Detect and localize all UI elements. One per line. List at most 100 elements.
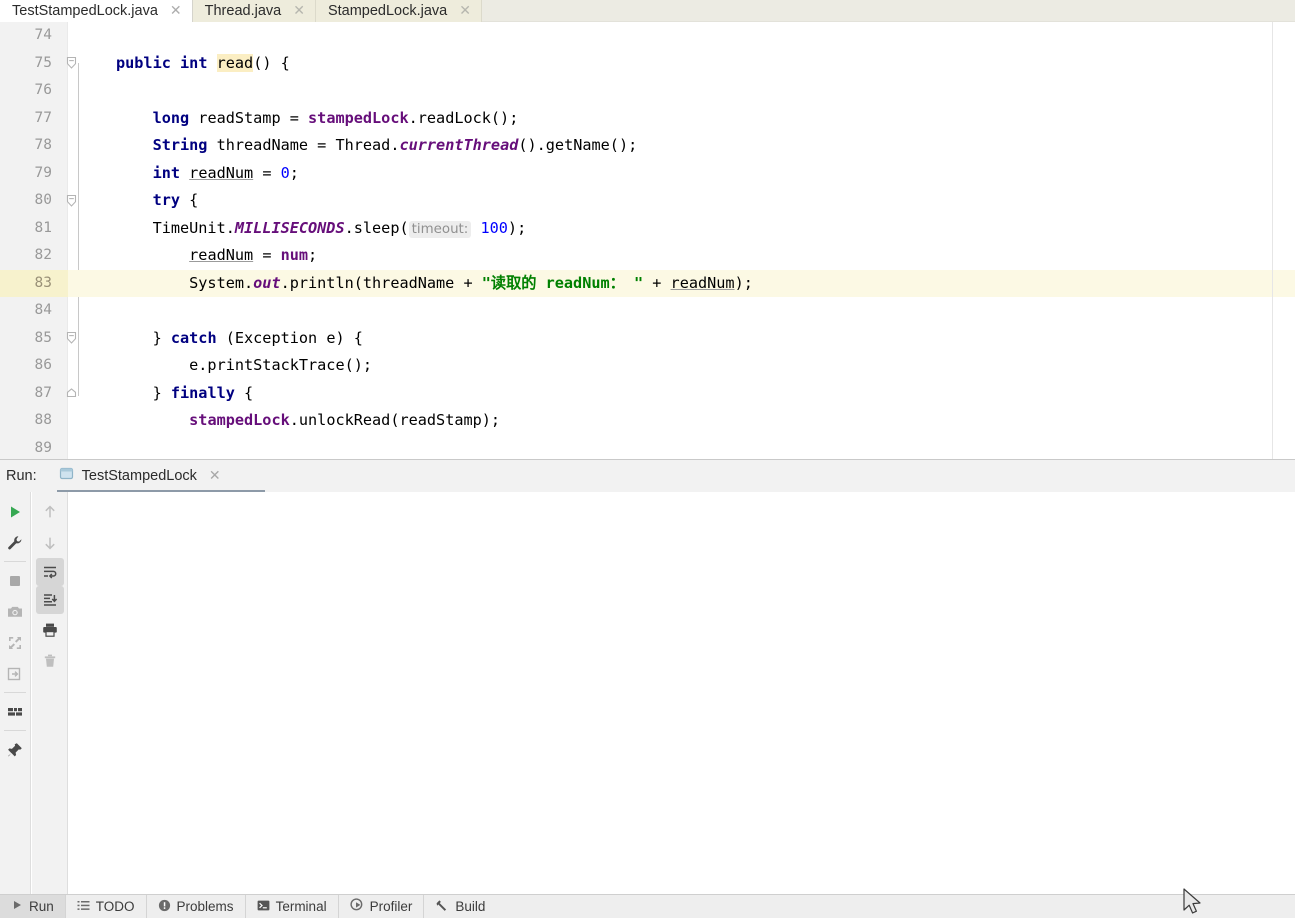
toolbar-divider	[4, 730, 26, 731]
code-line[interactable]: 81 TimeUnit.MILLISECONDS.sleep(timeout: …	[0, 215, 1295, 243]
code-line[interactable]: 78 String threadName = Thread.currentThr…	[0, 132, 1295, 160]
status-bar-item-run[interactable]: Run	[0, 894, 65, 918]
scroll-to-end-icon[interactable]	[35, 586, 64, 614]
code-lines: 74 75 public int read() { 76 77 long readSta…	[0, 22, 1295, 459]
code-line[interactable]: 77 long readStamp = stampedLock.readLock…	[0, 105, 1295, 133]
code-line[interactable]: 84	[0, 297, 1295, 325]
line-number[interactable]: 76	[0, 77, 68, 105]
status-bar-label: Run	[29, 899, 54, 914]
close-icon[interactable]: ✕	[293, 4, 305, 18]
line-number[interactable]: 74	[0, 22, 68, 50]
editor-tab-Thread[interactable]: Thread.java ✕	[192, 0, 316, 22]
editor-tab-TestStampedLock[interactable]: TestStampedLock.java ✕	[0, 0, 193, 22]
thread-dump-icon[interactable]	[0, 627, 31, 658]
editor-tab-label: StampedLock.java	[327, 3, 448, 19]
up-arrow-icon[interactable]	[34, 496, 65, 527]
code-line[interactable]: 82 readNum = num;	[0, 242, 1295, 270]
code-line[interactable]: 74	[0, 22, 1295, 50]
code-text[interactable]: int readNum = 0;	[116, 160, 299, 188]
code-text[interactable]: stampedLock.unlockRead(readStamp);	[116, 407, 500, 435]
mouse-cursor	[1182, 888, 1204, 918]
camera-icon[interactable]	[0, 596, 31, 627]
code-line[interactable]: 87 } finally {	[0, 380, 1295, 408]
code-editor[interactable]: 74 75 public int read() { 76 77 long readSta…	[0, 22, 1295, 459]
code-text[interactable]: public int read() {	[116, 50, 290, 78]
code-line[interactable]: 79 int readNum = 0;	[0, 160, 1295, 188]
line-number[interactable]: 81	[0, 215, 68, 243]
line-number[interactable]: 88	[0, 407, 68, 435]
close-icon[interactable]: ✕	[170, 4, 182, 18]
code-line[interactable]: 76	[0, 77, 1295, 105]
code-line[interactable]: 88 stampedLock.unlockRead(readStamp);	[0, 407, 1295, 435]
stop-icon[interactable]	[0, 565, 31, 596]
run-tab-TestStampedLock[interactable]: TestStampedLock ✕	[55, 460, 265, 493]
edit-configuration-icon[interactable]	[0, 527, 31, 558]
right-margin-line	[1272, 22, 1273, 459]
profiler-icon	[349, 898, 364, 915]
status-bar-item-profiler[interactable]: Profiler	[339, 895, 424, 918]
run-tab-label: TestStampedLock	[81, 468, 197, 484]
run-toolbar-left	[0, 492, 31, 894]
fold-collapse-icon[interactable]	[62, 50, 80, 78]
editor-tab-StampedLock[interactable]: StampedLock.java ✕	[315, 0, 482, 22]
play-icon	[11, 899, 23, 914]
code-line[interactable]: 85 } catch (Exception e) {	[0, 325, 1295, 353]
editor-tab-bar: TestStampedLock.java ✕ Thread.java ✕ Sta…	[0, 0, 1295, 22]
console-icon[interactable]	[0, 696, 31, 727]
status-bar-label: Problems	[176, 899, 234, 914]
code-text[interactable]: e.printStackTrace();	[116, 352, 372, 380]
status-bar: Run TODO Problems Terminal Profiler Buil…	[0, 894, 1295, 918]
code-line[interactable]: 83 System.out.println(threadName + "读取的 …	[0, 269, 1295, 298]
line-number[interactable]: 77	[0, 105, 68, 133]
fold-end-icon[interactable]	[62, 380, 80, 408]
run-console-output[interactable]	[69, 492, 1295, 894]
code-text[interactable]: } finally {	[116, 380, 254, 408]
code-text[interactable]: readNum = num;	[116, 242, 317, 270]
trash-icon[interactable]	[34, 645, 65, 676]
run-tool-window-header: Run: TestStampedLock ✕	[0, 459, 1295, 493]
run-toolbar-secondary	[32, 492, 68, 894]
line-number[interactable]: 79	[0, 160, 68, 188]
line-number[interactable]: 78	[0, 132, 68, 160]
code-text[interactable]: System.out.println(threadName + "读取的 rea…	[116, 270, 753, 298]
toolbar-divider	[4, 561, 26, 562]
code-line[interactable]: 86 e.printStackTrace();	[0, 352, 1295, 380]
line-number[interactable]: 80	[0, 187, 68, 215]
line-number[interactable]: 84	[0, 297, 68, 325]
status-bar-item-problems[interactable]: Problems	[147, 895, 245, 918]
code-text[interactable]: } catch (Exception e) {	[116, 325, 363, 353]
code-line[interactable]: 75 public int read() {	[0, 50, 1295, 78]
line-number[interactable]: 87	[0, 380, 68, 408]
list-icon	[77, 899, 90, 915]
line-number[interactable]: 89	[0, 435, 68, 460]
code-text[interactable]: long readStamp = stampedLock.readLock();	[116, 105, 519, 133]
line-number[interactable]: 82	[0, 242, 68, 270]
code-line[interactable]: 80 try {	[0, 187, 1295, 215]
soft-wrap-icon[interactable]	[35, 558, 64, 586]
close-icon[interactable]: ✕	[459, 4, 471, 18]
print-icon[interactable]	[34, 614, 65, 645]
status-bar-item-build[interactable]: Build	[424, 895, 496, 918]
line-number[interactable]: 85	[0, 325, 68, 353]
code-text[interactable]: TimeUnit.MILLISECONDS.sleep(timeout: 100…	[116, 215, 526, 243]
editor-tab-bar-filler	[481, 0, 1295, 22]
status-bar-item-terminal[interactable]: Terminal	[246, 895, 338, 918]
code-text[interactable]: String threadName = Thread.currentThread…	[116, 132, 638, 160]
code-line[interactable]: 89	[0, 435, 1295, 460]
toolbar-divider	[4, 692, 26, 693]
fold-collapse-icon[interactable]	[62, 325, 80, 353]
rerun-icon[interactable]	[0, 496, 31, 527]
export-icon[interactable]	[0, 658, 31, 689]
close-icon[interactable]: ✕	[209, 468, 221, 484]
line-number[interactable]: 83	[0, 269, 68, 297]
code-text[interactable]: try {	[116, 187, 199, 215]
status-bar-item-todo[interactable]: TODO	[66, 895, 146, 918]
line-number[interactable]: 75	[0, 50, 68, 78]
editor-tab-label: Thread.java	[204, 3, 282, 19]
line-number[interactable]: 86	[0, 352, 68, 380]
fold-collapse-icon[interactable]	[62, 187, 80, 215]
down-arrow-icon[interactable]	[34, 527, 65, 558]
status-bar-label: TODO	[95, 899, 135, 914]
status-bar-label: Terminal	[275, 899, 327, 914]
pin-icon[interactable]	[0, 734, 31, 765]
